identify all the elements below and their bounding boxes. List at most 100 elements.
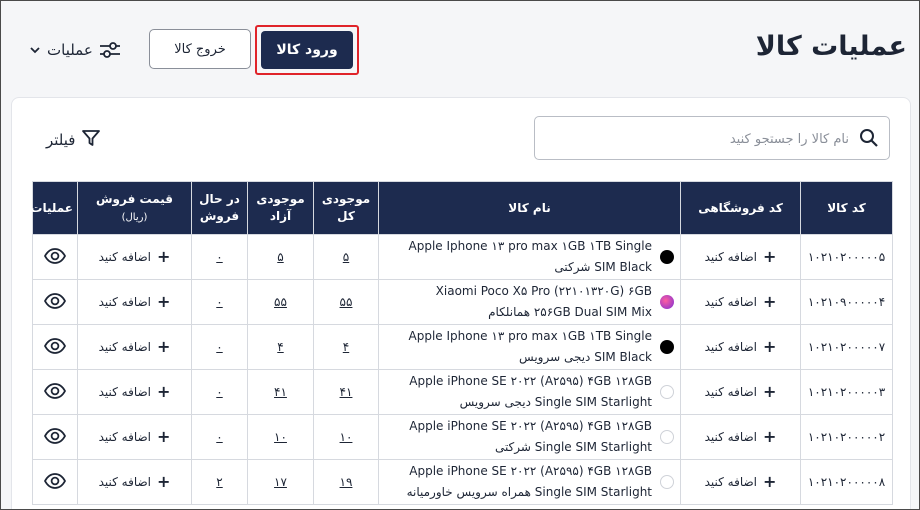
free-stock-cell: ۵ <box>247 234 314 280</box>
total-stock-link[interactable]: ۵ <box>343 250 349 264</box>
enter-goods-button[interactable]: ورود کالا <box>261 31 353 69</box>
header-ops: عملیات <box>30 181 78 235</box>
eye-icon[interactable] <box>43 427 67 447</box>
product-name-cell: Apple Iphone ۱۳ pro max ۱GB ۱TB Single S… <box>378 324 681 370</box>
add-price-button[interactable]: + اضافه کنید <box>99 473 171 489</box>
add-shop-code-button[interactable]: + اضافه کنید <box>704 473 777 489</box>
selling-link[interactable]: ۰ <box>216 430 222 444</box>
add-label: اضافه کنید <box>98 339 151 354</box>
add-shop-code-button[interactable]: + اضافه کنید <box>704 246 777 266</box>
selling-cell: ۰ <box>191 414 248 460</box>
header-selling: در حال فروش <box>191 181 248 235</box>
total-stock-cell: ۱۰ <box>313 414 379 460</box>
enter-button-highlight: ورود کالا <box>255 25 359 75</box>
add-label: اضافه کنید <box>98 294 151 309</box>
product-name-line1: Apple iPhone SE ۲۰۲۲ (A۲۵۹۵) ۴GB ۱۲۸GB <box>409 464 652 478</box>
header-code: کد کالا <box>800 181 893 235</box>
product-name: Xiaomi Poco X۵ Pro (۲۲۱۰۱۳۲۰G) ۶GB ۲۵۶GB… <box>436 281 652 323</box>
product-code: ۱۰۲۱۰۲۰۰۰۰۰۳ <box>800 369 893 415</box>
add-label: اضافه کنید <box>98 384 151 399</box>
product-name-cell: Xiaomi Poco X۵ Pro (۲۲۱۰۱۳۲۰G) ۶GB ۲۵۶GB… <box>378 279 681 325</box>
add-price-button[interactable]: + اضافه کنید <box>98 291 171 311</box>
shop-code-cell: + اضافه کنید <box>680 369 801 415</box>
add-label: اضافه کنید <box>704 249 757 264</box>
total-stock-link[interactable]: ۵۵ <box>340 295 353 309</box>
selling-cell: ۲ <box>191 459 248 505</box>
product-name-line2: SIM Black شرکتی <box>554 260 652 274</box>
price-cell: + اضافه کنید <box>77 459 192 505</box>
total-stock-link[interactable]: ۱۹ <box>340 475 353 489</box>
filter-icon <box>81 128 101 152</box>
selling-link[interactable]: ۰ <box>216 295 222 309</box>
product-code: ۱۰۲۱۰۲۰۰۰۰۰۲ <box>800 414 893 460</box>
add-price-button[interactable]: + اضافه کنید <box>99 248 171 264</box>
add-shop-code-button[interactable]: + اضافه کنید <box>705 428 777 444</box>
product-name-line1: Apple iPhone SE ۲۰۲۲ (A۲۵۹۵) ۴GB ۱۲۸GB <box>409 419 652 433</box>
product-code-text: ۱۰۲۱۰۲۰۰۰۰۰۳ <box>807 385 886 399</box>
total-stock-link[interactable]: ۱۰ <box>340 430 353 444</box>
product-name-line1: Apple iPhone SE ۲۰۲۲ (A۲۵۹۵) ۴GB ۱۲۸GB <box>409 374 652 388</box>
header-price-unit: (ریال) <box>121 211 148 223</box>
selling-link[interactable]: ۲ <box>216 475 222 489</box>
free-stock-link[interactable]: ۱۰ <box>274 430 287 444</box>
search-icon <box>859 128 879 152</box>
product-code-text: ۱۰۲۱۰۲۰۰۰۰۰۲ <box>807 430 886 444</box>
add-shop-code-button[interactable]: + اضافه کنید <box>705 291 777 311</box>
operations-menu-label: عملیات <box>47 41 93 59</box>
product-code: ۱۰۲۱۰۲۰۰۰۰۰۵ <box>800 234 893 280</box>
operations-menu[interactable]: عملیات <box>29 37 121 63</box>
add-shop-code-button[interactable]: + اضافه کنید <box>705 336 777 356</box>
shop-code-cell: + اضافه کنید <box>680 459 801 505</box>
table-header-row: کد کالا کد فروشگاهی نام کالا موجودی کل م… <box>30 181 893 235</box>
selling-link[interactable]: ۰ <box>216 340 222 354</box>
page-header: عملیات کالا ورود کالا خروج کالا عملیات <box>1 1 919 97</box>
product-name-cell: Apple iPhone SE ۲۰۲۲ (A۲۵۹۵) ۴GB ۱۲۸GB S… <box>378 414 681 460</box>
add-price-button[interactable]: + اضافه کنید <box>98 381 171 401</box>
add-shop-code-button[interactable]: + اضافه کنید <box>705 383 777 399</box>
table-row: ۱۰۲۱۰۲۰۰۰۰۰۲ + اضافه کنید Apple iPhone SE… <box>32 414 893 460</box>
filter-button[interactable]: فیلتر <box>46 128 101 152</box>
search-input[interactable] <box>547 127 851 151</box>
ops-cell <box>32 279 78 325</box>
header-total-stock: موجودی کل <box>313 181 379 235</box>
add-price-button[interactable]: + اضافه کنید <box>98 338 171 354</box>
free-stock-link[interactable]: ۴۱ <box>274 385 287 399</box>
exit-goods-button[interactable]: خروج کالا <box>149 29 251 69</box>
total-stock-cell: ۵ <box>313 234 379 280</box>
add-price-button[interactable]: + اضافه کنید <box>99 428 171 444</box>
selling-link[interactable]: ۰ <box>216 385 222 399</box>
goods-table-wrapper: کد کالا کد فروشگاهی نام کالا موجودی کل م… <box>30 181 893 505</box>
eye-icon[interactable] <box>43 472 67 492</box>
plus-icon: + <box>763 246 777 266</box>
search-box <box>534 116 890 160</box>
header-name: نام کالا <box>378 181 681 235</box>
total-stock-link[interactable]: ۴۱ <box>340 385 353 399</box>
product-name-line2: Single SIM Starlight شرکتی <box>494 440 652 454</box>
plus-icon: + <box>763 291 777 311</box>
plus-icon: + <box>763 336 777 356</box>
product-name-cell: Apple Iphone ۱۳ pro max ۱GB ۱TB Single S… <box>378 234 681 280</box>
header-shop-code: کد فروشگاهی <box>680 181 801 235</box>
add-label: اضافه کنید <box>704 474 757 489</box>
free-stock-link[interactable]: ۵ <box>277 250 283 264</box>
eye-icon[interactable] <box>43 247 67 267</box>
color-swatch-icon <box>660 430 674 444</box>
eye-icon[interactable] <box>43 292 67 312</box>
free-stock-link[interactable]: ۴ <box>277 340 283 354</box>
free-stock-link[interactable]: ۵۵ <box>274 295 287 309</box>
free-stock-link[interactable]: ۱۷ <box>274 475 287 489</box>
sliders-icon <box>99 41 121 59</box>
eye-icon[interactable] <box>43 337 67 357</box>
plus-icon: + <box>157 291 171 311</box>
color-swatch-icon <box>660 385 674 399</box>
header-price: قیمت فروش (ریال) <box>77 181 192 235</box>
selling-link[interactable]: ۰ <box>216 250 222 264</box>
eye-icon[interactable] <box>43 382 67 402</box>
table-row: ۱۰۲۱۰۲۰۰۰۰۰۸ + اضافه کنید Apple iPhone SE… <box>32 459 893 505</box>
ops-cell <box>32 414 78 460</box>
total-stock-link[interactable]: ۴ <box>343 340 349 354</box>
color-swatch-icon <box>660 295 674 309</box>
plus-icon: + <box>157 381 171 401</box>
product-name-cell: Apple iPhone SE ۲۰۲۲ (A۲۵۹۵) ۴GB ۱۲۸GB S… <box>378 369 681 415</box>
filter-label: فیلتر <box>46 131 76 149</box>
